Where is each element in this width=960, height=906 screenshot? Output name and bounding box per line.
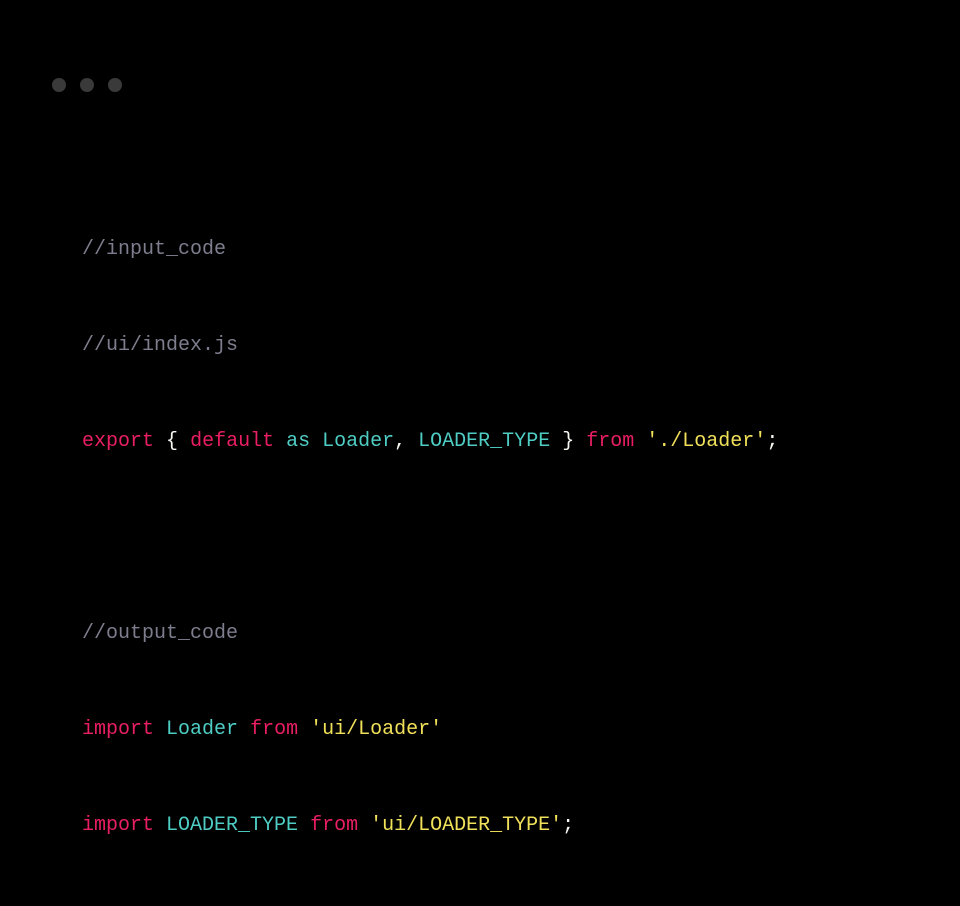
semicolon: ;	[766, 430, 778, 453]
comment-text: //output_code	[82, 622, 238, 645]
space	[310, 430, 322, 453]
semicolon: ;	[562, 814, 574, 837]
identifier-loader: Loader	[322, 430, 394, 453]
window-minimize-dot[interactable]	[80, 78, 94, 92]
code-line-blank	[82, 522, 878, 554]
string-path: 'ui/Loader'	[310, 718, 442, 741]
space	[178, 430, 190, 453]
code-line-comment: //output_code	[82, 618, 878, 650]
code-line-comment: //ui/index.js	[82, 330, 878, 362]
keyword-as: as	[286, 430, 310, 453]
space	[154, 814, 166, 837]
keyword-import: import	[82, 718, 154, 741]
identifier-loader-type: LOADER_TYPE	[166, 814, 298, 837]
string-path: 'ui/LOADER_TYPE'	[370, 814, 562, 837]
keyword-from: from	[310, 814, 358, 837]
space	[406, 430, 418, 453]
space	[298, 718, 310, 741]
space	[634, 430, 646, 453]
comment-text: //ui/index.js	[82, 334, 238, 357]
space	[358, 814, 370, 837]
code-line-comment: //input_code	[82, 234, 878, 266]
comment-text: //input_code	[82, 238, 226, 261]
identifier-loader: Loader	[166, 718, 238, 741]
identifier-loader-type: LOADER_TYPE	[418, 430, 550, 453]
code-block: //input_code //ui/index.js export { defa…	[82, 170, 878, 906]
space	[238, 718, 250, 741]
window-maximize-dot[interactable]	[108, 78, 122, 92]
code-line-export: export { default as Loader, LOADER_TYPE …	[82, 426, 878, 458]
keyword-from: from	[250, 718, 298, 741]
space	[298, 814, 310, 837]
code-window: //input_code //ui/index.js export { defa…	[0, 0, 960, 511]
space	[550, 430, 562, 453]
code-line-import: import Loader from 'ui/Loader'	[82, 714, 878, 746]
brace-open: {	[166, 430, 178, 453]
space	[574, 430, 586, 453]
keyword-import: import	[82, 814, 154, 837]
space	[154, 430, 166, 453]
keyword-export: export	[82, 430, 154, 453]
keyword-default: default	[190, 430, 274, 453]
space	[274, 430, 286, 453]
window-close-dot[interactable]	[52, 78, 66, 92]
keyword-from: from	[586, 430, 634, 453]
code-line-import: import LOADER_TYPE from 'ui/LOADER_TYPE'…	[82, 810, 878, 842]
string-path: './Loader'	[646, 430, 766, 453]
window-controls	[52, 78, 878, 92]
comma: ,	[394, 430, 406, 453]
space	[154, 718, 166, 741]
brace-close: }	[562, 430, 574, 453]
